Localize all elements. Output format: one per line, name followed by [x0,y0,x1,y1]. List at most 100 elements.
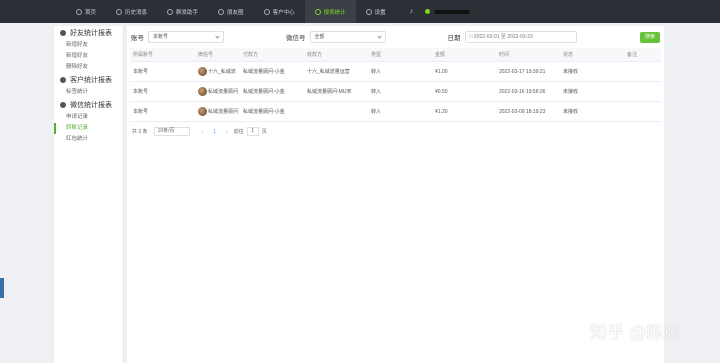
redacted-username [434,9,470,14]
cell-account: 本账号 [133,89,149,95]
chart-icon [314,8,321,15]
account-label: 账号 [131,35,144,42]
sidebar-item-tag-stats[interactable]: 标签统计 [54,87,123,98]
cell-payer: 私域流量顾问-小金 [243,109,285,115]
sidebar: 好友统计报表 新增好友 新增好友 删除好友 客户统计报表 标签统计 微信统计报表… [54,26,124,363]
sidebar-item-apply-records[interactable]: 申请记录 [54,112,123,123]
clock-icon [116,8,123,15]
sidebar-group-wechat[interactable]: 微信统计报表 [54,98,123,112]
cell-payee: 私域流量顾问-MU宋 [307,89,352,95]
cell-amount: ¥0.50 [435,88,448,95]
user-icon [60,30,66,36]
sidebar-group-friends[interactable]: 好友统计报表 [54,26,123,40]
cell-payee: 十六_私域流量运营 [307,69,350,75]
page-size-select[interactable]: 10条/页 [153,127,190,136]
nav-label: 群发助手 [176,9,199,16]
th-account: 所属账号 [133,52,154,58]
wechat-value: 全部 [314,34,325,40]
cell-account: 本账号 [133,69,149,75]
cell-status: 未接收 [563,69,579,75]
cell-wechat-name: 十六_私域流 [208,68,236,75]
wechat-icon [60,102,66,108]
sidebar-item-new-friends[interactable]: 新增好友 [54,40,123,51]
cell-wechat-name: 私域流量顾问 [208,88,239,95]
cell-payer: 私域流量顾问-小金 [243,89,285,95]
chevron-left-icon[interactable]: ‹ [202,129,204,135]
wechat-label: 微信号 [286,35,306,42]
goto-label: 前往 [233,129,244,135]
nav-label: 历史消息 [125,9,148,16]
bell-icon[interactable]: ♪ [410,8,414,15]
sidebar-item-deleted-friends[interactable]: 删除好友 [54,62,123,73]
nav-customers[interactable]: 客户中心 [254,0,305,23]
chevron-right-icon[interactable]: › [226,129,228,135]
side-feedback-tab[interactable] [0,278,4,298]
th-status: 状态 [563,52,574,58]
wechat-select[interactable]: 全部 [309,31,386,43]
nav-label: 首页 [85,9,97,16]
user-menu[interactable] [425,9,470,14]
nav-reports[interactable]: 报表统计 [304,0,356,23]
account-value: 本账号 [153,34,169,40]
sidebar-item-new-friends-2[interactable]: 新增好友 [54,51,123,62]
page-number-current[interactable]: 1 [213,129,216,135]
th-remark: 备注 [627,52,638,58]
cell-time: 2022-03-16 19:56:26 [499,88,546,95]
th-wechat: 微信号 [198,52,214,58]
main-panel: 账号 本账号 微信号 全部 日期 □ 2022-03-01 至 2022-03-… [127,26,664,363]
table-row[interactable]: 本账号 十六_私域流 私域流量顾问-小金 十六_私域流量运营 转入 ¥1.00 … [130,62,661,82]
cell-amount: ¥1.20 [435,108,448,115]
top-nav-bar: 首页 历史消息 群发助手 朋友圈 客户中心 报表统计 设置 ♪ [0,0,720,23]
group-title: 好友统计报表 [70,30,112,37]
pager-total: 共 3 条 [132,129,148,135]
home-icon [76,8,82,15]
nav-broadcast[interactable]: 群发助手 [157,0,208,23]
cell-payer: 私域流量顾问-小金 [243,69,285,75]
nav-label: 设置 [374,9,386,16]
search-button[interactable]: 搜索 [640,31,660,43]
cell-status: 未接收 [563,109,579,115]
cell-type: 转入 [371,69,382,75]
cell-wechat: 私域流量顾问 [195,87,240,96]
nav-history[interactable]: 历史消息 [106,0,157,23]
sidebar-item-transfer-records[interactable]: 转账记录 [54,123,123,134]
cell-wechat: 私域流量顾问 [195,107,240,116]
sidebar-group-customers[interactable]: 客户统计报表 [54,73,123,87]
th-type: 类型 [371,52,382,58]
nav-label: 客户中心 [272,9,295,16]
date-label: 日期 [447,35,461,42]
table-header: 所属账号 微信号 付款方 收款方 类型 金额 时间 状态 备注 [130,48,661,62]
cell-type: 转入 [371,89,382,95]
page-size-value: 10条/页 [157,128,175,134]
account-select[interactable]: 本账号 [148,31,224,43]
th-time: 时间 [499,52,510,58]
date-range-picker[interactable]: □ 2022-03-01 至 2022-03-23 [464,31,577,43]
pagination: 共 3 条 10条/页 ‹ 1 › 前往 1 页 [132,127,267,136]
cell-wechat: 十六_私域流 [195,67,240,76]
group-title: 微信统计报表 [70,102,112,109]
avatar [198,67,207,76]
table-row[interactable]: 本账号 私域流量顾问 私域流量顾问-小金 私域流量顾问-MU宋 转入 ¥0.50… [130,82,661,102]
gear-icon [365,8,372,15]
transfer-table: 所属账号 微信号 付款方 收款方 类型 金额 时间 状态 备注 本账号 十六_私… [130,48,661,122]
nav-home[interactable]: 首页 [66,0,106,23]
filter-bar: 账号 本账号 微信号 全部 日期 □ 2022-03-01 至 2022-03-… [131,29,660,45]
cell-wechat-name: 私域流量顾问 [208,108,239,115]
avatar [198,87,207,96]
cell-time: 2022-03-09 18:19:23 [499,108,546,115]
nav-label: 报表统计 [323,9,346,16]
date-range-value: 2022-03-01 至 2022-03-23 [473,34,533,40]
th-payee: 收款方 [307,52,323,58]
sidebar-item-red-packet-stats[interactable]: 红包统计 [54,134,123,145]
user-icon [60,77,66,83]
background-strip [664,26,720,363]
chevron-down-icon [376,34,382,39]
nav-settings[interactable]: 设置 [356,0,396,23]
nav-moments[interactable]: 朋友圈 [208,0,254,23]
image-icon [218,8,225,15]
goto-page-input[interactable]: 1 [246,127,259,136]
chevron-down-icon [215,34,220,39]
watermark-text: 知乎 @陈风 [590,323,681,343]
cell-type: 转入 [371,109,382,115]
table-row[interactable]: 本账号 私域流量顾问 私域流量顾问-小金 转入 ¥1.20 2022-03-09… [130,102,661,122]
